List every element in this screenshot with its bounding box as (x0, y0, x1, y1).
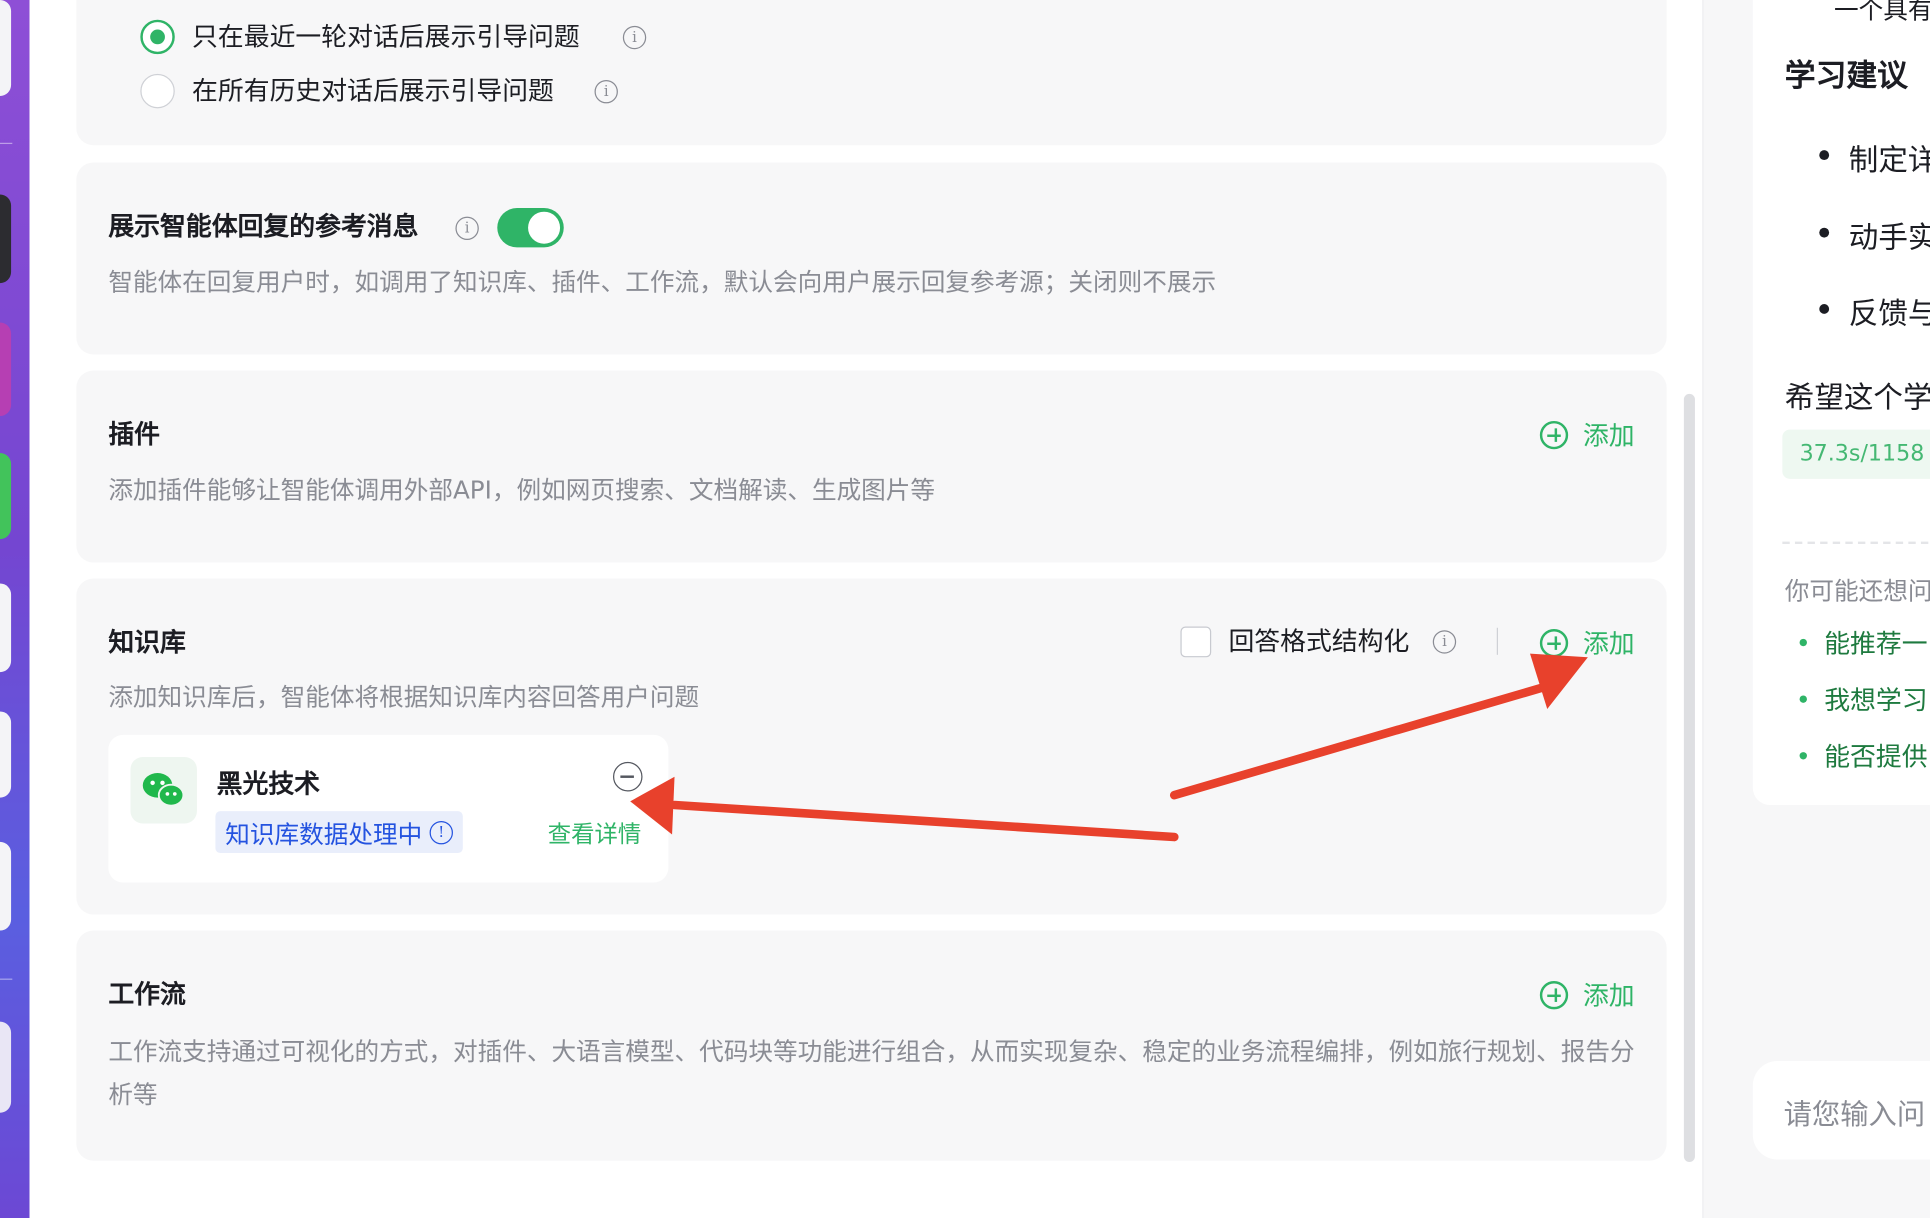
dock-app-tile[interactable] (0, 711, 12, 798)
scrollbar-thumb[interactable] (1683, 393, 1695, 1162)
dock (0, 0, 30, 1218)
knowledge-item[interactable]: 黑光技术 知识库数据处理中 ! 查看详情 (108, 734, 669, 883)
wechat-icon (130, 757, 197, 824)
message-bullet: 制定详 (1848, 142, 1930, 178)
bullet-dot (1819, 150, 1830, 161)
message-heading: 学习建议 (1784, 57, 1908, 94)
dock-app-tile[interactable] (0, 0, 12, 97)
workflow-title: 工作流 (108, 979, 186, 1010)
plugin-title: 插件 (108, 419, 161, 450)
dock-separator (0, 142, 13, 145)
plugin-card: 插件 添加 添加插件能够让智能体调用外部API，例如网页搜索、文档解读、生成图片… (76, 370, 1667, 563)
knowledge-add-label: 添加 (1582, 628, 1635, 659)
radio-recent-only[interactable] (140, 19, 175, 55)
divider (1496, 627, 1499, 655)
suggestion-item[interactable]: 能否提供 (1824, 737, 1927, 774)
bullet-dot (1819, 304, 1830, 314)
dock-app-tile[interactable] (0, 841, 12, 931)
minus-bar (620, 775, 634, 778)
suggestion-dot (1799, 752, 1807, 760)
dock-app-tile[interactable] (0, 1021, 12, 1113)
workflow-add-button[interactable]: 添加 (1539, 976, 1635, 1013)
plugin-add-label: 添加 (1582, 420, 1635, 451)
knowledge-add-button[interactable]: 添加 (1539, 624, 1635, 661)
processing-status-text: 知识库数据处理中 (225, 819, 423, 849)
info-icon[interactable]: i (455, 216, 479, 241)
guide-question-card: 只在最近一轮对话后展示引导问题 i 在所有历史对话后展示引导问题 i (76, 0, 1667, 146)
workflow-description: 工作流支持通过可视化的方式，对插件、大语言模型、代码块等功能进行组合，从而实现复… (108, 1036, 1635, 1110)
info-icon[interactable]: i (594, 80, 618, 104)
structured-answer-label: 回答格式结构化 (1228, 626, 1410, 657)
plus-circle-icon (1539, 628, 1569, 657)
chat-message-card: 一个具有 学习建议 制定详 动手实 反馈与 希望这个学 37.3s/1158 你… (1752, 0, 1930, 806)
message-bullet: 动手实 (1848, 220, 1930, 255)
chat-preview-panel: 一个具有 学习建议 制定详 动手实 反馈与 希望这个学 37.3s/1158 你… (1703, 0, 1930, 1218)
radio-recent-only-label: 只在最近一轮对话后展示引导问题 (192, 22, 580, 52)
plugin-add-button[interactable]: 添加 (1539, 416, 1635, 453)
dock-app-tile[interactable] (0, 452, 12, 540)
message-bullet: 反馈与 (1848, 296, 1930, 332)
message-fragment: 一个具有 (1834, 0, 1930, 25)
alert-icon: ! (429, 820, 453, 844)
knowledge-card: 知识库 回答格式结构化 i 添加 添加知识库后，智能体将根据知识库内容回答用户问… (76, 578, 1667, 915)
message-closing: 希望这个学 (1784, 380, 1930, 415)
chat-input-box[interactable]: 请您输入问 (1752, 1061, 1930, 1160)
knowledge-description: 添加知识库后，智能体将根据知识库内容回答用户问题 (108, 681, 700, 712)
radio-all-history-label: 在所有历史对话后展示引导问题 (192, 76, 554, 106)
dock-app-tile[interactable] (0, 583, 12, 673)
knowledge-item-name: 黑光技术 (216, 769, 321, 799)
plugin-description: 添加插件能够让智能体调用外部API，例如网页搜索、文档解读、生成图片等 (108, 475, 936, 505)
bullet-dot (1819, 227, 1830, 238)
suggestion-item[interactable]: 能推荐一 (1824, 624, 1927, 661)
screen: 只在最近一轮对话后展示引导问题 i 在所有历史对话后展示引导问题 i 展示智能体… (0, 0, 1930, 1218)
chat-input-placeholder: 请您输入问 (1783, 1099, 1926, 1132)
workflow-add-label: 添加 (1582, 981, 1635, 1011)
structured-answer-checkbox[interactable] (1180, 626, 1212, 658)
workflow-card: 工作流 添加 工作流支持通过可视化的方式，对插件、大语言模型、代码块等功能进行组… (76, 930, 1667, 1161)
reference-message-title: 展示智能体回复的参考消息 (108, 211, 419, 242)
suggestion-item[interactable]: 我想学习 (1824, 681, 1927, 718)
suggestion-title: 你可能还想问 (1784, 576, 1930, 606)
knowledge-title: 知识库 (108, 627, 186, 658)
remove-circle-icon[interactable] (612, 761, 643, 792)
reference-message-description: 智能体在回复用户时，如调用了知识库、插件、工作流，默认会向用户展示回复参考源；关… (108, 267, 1217, 297)
processing-status-badge: 知识库数据处理中 ! (215, 811, 463, 854)
suggestion-dot (1799, 638, 1807, 647)
dock-app-tile[interactable] (0, 194, 12, 284)
view-details-link[interactable]: 查看详情 (548, 816, 642, 849)
dock-app-tile[interactable] (0, 322, 12, 417)
toggle-knob (528, 211, 561, 244)
dashed-divider (1782, 541, 1930, 545)
stats-badge: 37.3s/1158 (1782, 429, 1930, 479)
plus-circle-icon (1539, 980, 1569, 1009)
info-icon[interactable]: i (622, 25, 647, 50)
plus-circle-icon (1539, 420, 1569, 449)
info-icon[interactable]: i (1432, 630, 1457, 654)
dock-separator (0, 978, 13, 980)
reference-message-card: 展示智能体回复的参考消息 i 智能体在回复用户时，如调用了知识库、插件、工作流，… (76, 162, 1667, 355)
radio-all-history[interactable] (140, 73, 175, 109)
reference-message-toggle[interactable] (497, 208, 564, 248)
suggestion-dot (1799, 695, 1807, 703)
